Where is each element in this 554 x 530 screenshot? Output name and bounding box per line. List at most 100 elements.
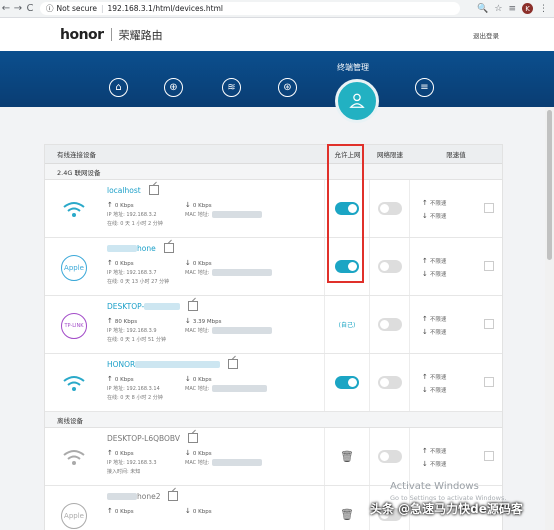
allow-internet-toggle[interactable] [335,260,359,273]
edit-name-icon[interactable] [168,491,179,501]
section-24g: 2.4G 联网设备 [45,164,502,180]
download-speed: ↓ 0 Kbps [185,375,212,383]
download-speed: ↓ 0 Kbps [185,449,212,457]
edit-limit-icon[interactable] [484,261,494,271]
upload-speed: ↑ 0 Kbps [107,449,134,457]
wifi-icon [61,445,87,471]
main-nav: 终端管理 ⌂ ⊕ ≋ ⊛ ≡ [0,51,554,107]
zoom-icon[interactable]: 🔍 [477,4,488,14]
activate-windows-title: Activate Windows [390,481,479,492]
security-label: Not secure [56,4,97,13]
ip-address: IP 地址: 192.168.3.14 [107,386,160,392]
speed-limit-toggle[interactable] [377,202,402,215]
online-time: 在线: 0 天 8 小时 2 分钟 [107,395,163,401]
back-icon[interactable]: ← [0,3,12,14]
extension-icon[interactable]: ≡ [508,4,516,14]
wifi-icon [61,197,87,223]
limit-values: ↑ 不限速 ↓ 不限速 [422,373,447,394]
honor-logo: honor [60,26,104,43]
trash-icon[interactable]: 🗑 [340,508,354,521]
device-name: DESKTOP-L6QBOBV [107,433,198,443]
device-name: hone [107,243,174,253]
speed-limit-toggle[interactable] [377,318,402,331]
allow-internet-toggle[interactable] [335,202,359,215]
star-icon[interactable]: ☆ [494,4,502,14]
edit-limit-icon[interactable] [484,377,494,387]
table-row: localhost ↑ 0 Kbps ↓ 0 Kbps IP 地址: 192.168… [45,180,502,238]
mac-address: MAC 地址: [185,327,273,334]
download-speed: ↓ 3.39 Mbps [185,317,222,325]
browser-toolbar: ← → C ⓘ Not secure | 192.168.3.1/html/de… [0,0,554,18]
trash-icon[interactable]: 🗑 [340,450,354,463]
col-allow-header: 允许上网 [334,151,361,159]
edit-name-icon[interactable] [188,301,199,311]
logo-divider [110,28,112,41]
upload-speed: ↑ 0 Kbps [107,201,134,209]
download-speed: ↓ 0 Kbps [185,201,212,209]
info-icon[interactable]: ⓘ [46,3,54,14]
speed-limit-toggle[interactable] [377,260,402,273]
mac-address: MAC 地址: [185,385,268,392]
ip-address: IP 地址: 192.168.3.3 [107,460,157,466]
network-globe-icon[interactable]: ⊛ [278,78,297,97]
ip-address: IP 地址: 192.168.3.2 [107,212,157,218]
section-offline: 离线设备 [45,412,502,428]
allow-internet-toggle[interactable] [335,376,359,389]
col-limit-header: 网络限速 [377,151,403,159]
apple-icon: Apple [61,255,87,281]
logout-link[interactable]: 退出登录 [473,30,499,40]
device-table: 有线连接设备 允许上网 网络限速 限速值 2.4G 联网设备 localhost… [44,144,503,530]
forward-icon[interactable]: → [12,3,24,14]
router-title: 荣耀路由 [118,28,163,42]
table-row: DESKTOP-L6QBOBV ↑ 0 Kbps ↓ 0 Kbps IP 地址: 1… [45,428,502,486]
wifi-icon[interactable]: ≋ [222,78,241,97]
user-icon [349,93,365,108]
scrollbar-thumb[interactable] [547,110,552,260]
nav-active-title: 终端管理 [337,63,369,72]
reload-icon[interactable]: C [24,3,36,14]
edit-name-icon[interactable] [228,359,239,369]
edit-limit-icon[interactable] [484,451,494,461]
ip-address: IP 地址: 192.168.3.9 [107,328,157,334]
upload-speed: ↑ 80 Kbps [107,317,138,325]
online-time: 在线: 0 天 1 小时 2 分钟 [107,221,163,227]
address-bar[interactable]: ⓘ Not secure | 192.168.3.1/html/devices.… [40,2,460,15]
col-device-header: 有线连接设备 [57,151,96,159]
download-speed: ↓ 0 Kbps [185,259,212,267]
menu-icon[interactable]: ⋮ [539,4,548,14]
edit-name-icon[interactable] [148,185,159,195]
limit-values: ↑ 不限速 ↓ 不限速 [422,315,447,336]
limit-values: ↑ 不限速 ↓ 不限速 [422,257,447,278]
device-name: hone2 [107,491,179,501]
source-watermark: 头条 @急速马力快de源码客 [370,502,523,516]
online-time: 在线: 0 天 1 小时 51 分钟 [107,337,166,343]
download-speed: ↓ 0 Kbps [185,507,212,515]
edit-name-icon[interactable] [163,243,174,253]
edit-name-icon[interactable] [187,433,198,443]
url-text[interactable]: 192.168.3.1/html/devices.html [108,4,223,13]
tp-link-icon: TP-LINK [61,313,87,339]
device-management-tab[interactable] [335,79,379,123]
online-time: 在线: 0 天 13 小时 27 分钟 [107,279,170,285]
table-row: TP-LINK DESKTOP- ↑ 80 Kbps ↓ 3.39 Mbps IP … [45,296,502,354]
table-row: Apple hone ↑ 0 Kbps ↓ 0 Kbps IP 地址: 192.16… [45,238,502,296]
speed-limit-toggle[interactable] [377,450,402,463]
edit-limit-icon[interactable] [484,319,494,329]
upload-speed: ↑ 0 Kbps [107,507,134,515]
limit-values: ↑ 不限速 ↓ 不限速 [422,447,447,468]
limit-values: ↑ 不限速 ↓ 不限速 [422,199,447,220]
ip-address: IP 地址: 192.168.3.7 [107,270,157,276]
mac-address: MAC 地址: [185,459,263,466]
device-name: HONOR [107,359,239,369]
device-name: localhost [107,185,159,195]
table-header: 有线连接设备 允许上网 网络限速 限速值 [45,145,502,164]
speed-limit-toggle[interactable] [377,376,402,389]
device-name: DESKTOP- [107,301,199,311]
more-menu-icon[interactable]: ≡ [415,78,434,97]
globe-icon[interactable]: ⊕ [164,78,183,97]
avatar[interactable]: K [522,3,533,14]
upload-speed: ↑ 0 Kbps [107,259,134,267]
home-icon[interactable]: ⌂ [109,78,128,97]
table-row: HONOR ↑ 0 Kbps ↓ 0 Kbps IP 地址: 192.168.3.1… [45,354,502,412]
edit-limit-icon[interactable] [484,203,494,213]
